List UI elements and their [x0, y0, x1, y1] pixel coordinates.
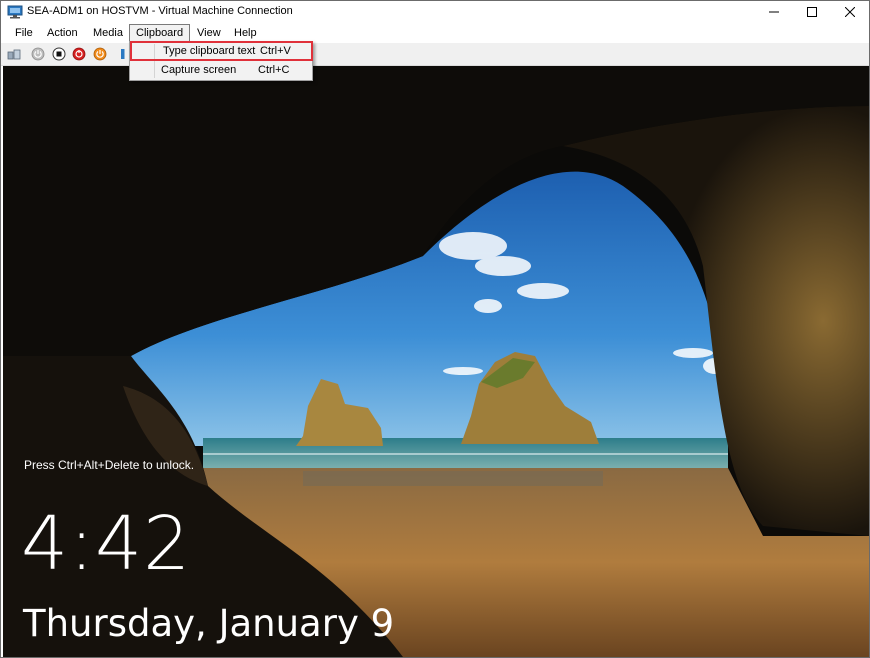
menu-item-shortcut: Ctrl+V	[260, 45, 291, 57]
menu-view[interactable]: View	[197, 26, 221, 40]
clipboard-dropdown: Type clipboard text Ctrl+V Capture scree…	[129, 41, 313, 81]
menu-clipboard[interactable]: Clipboard	[129, 24, 191, 42]
ctrl-alt-del-icon[interactable]	[7, 47, 21, 61]
menu-item-label: Type clipboard text	[163, 45, 256, 57]
menu-help[interactable]: Help	[234, 26, 257, 40]
close-button[interactable]	[831, 1, 869, 23]
shut-down-icon[interactable]	[72, 47, 86, 61]
start-icon[interactable]	[31, 47, 45, 61]
vm-connection-icon	[7, 5, 23, 19]
menu-file[interactable]: File	[15, 26, 33, 40]
menu-item-type-clipboard-text[interactable]: Type clipboard text Ctrl+V	[130, 41, 313, 61]
menu-item-label: Capture screen	[161, 64, 237, 76]
vm-screen[interactable]: Press Ctrl+Alt+Delete to unlock. 4:42 Th…	[3, 66, 869, 657]
menu-item-capture-screen[interactable]: Capture screen Ctrl+C	[132, 62, 310, 79]
title-bar[interactable]: SEA-ADM1 on HOSTVM - Virtual Machine Con…	[1, 1, 869, 23]
turn-off-icon[interactable]	[52, 47, 66, 61]
menu-bar: File Action Media Clipboard View Help	[1, 23, 523, 43]
maximize-button[interactable]	[793, 1, 831, 23]
lock-time: 4:42	[21, 501, 192, 587]
menu-item-shortcut: Ctrl+C	[258, 64, 290, 76]
close-icon	[845, 7, 855, 17]
menu-action[interactable]: Action	[47, 26, 78, 40]
power-icon[interactable]	[93, 47, 107, 61]
unlock-hint: Press Ctrl+Alt+Delete to unlock.	[24, 458, 195, 472]
minimize-icon	[769, 11, 779, 13]
window-title: SEA-ADM1 on HOSTVM - Virtual Machine Con…	[27, 5, 293, 17]
lock-date: Thursday, January 9	[23, 602, 395, 645]
vm-connection-window: SEA-ADM1 on HOSTVM - Virtual Machine Con…	[0, 0, 870, 658]
minimize-button[interactable]	[755, 1, 793, 23]
maximize-icon	[807, 7, 817, 17]
menu-media[interactable]: Media	[93, 26, 123, 40]
